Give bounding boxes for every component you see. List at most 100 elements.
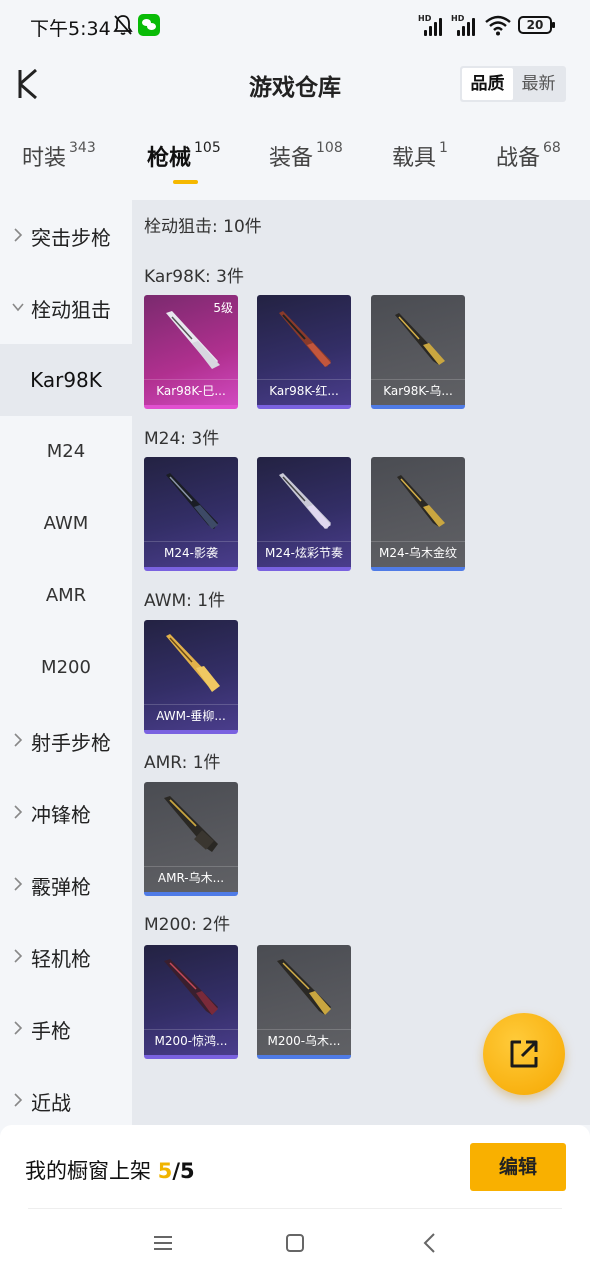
item-card[interactable]: M24-影袭 [144, 457, 238, 571]
sidebar-item-label: 栓动狙击 [31, 298, 111, 322]
share-external-icon [510, 1040, 538, 1068]
tab-count: 68 [543, 140, 561, 156]
showcase-text: 我的橱窗上架 [25, 1159, 151, 1183]
mute-bell-icon [113, 15, 133, 35]
tab-count: 343 [69, 140, 96, 156]
item-name: Kar98K-巳... [156, 384, 226, 398]
sidebar-sub-amr[interactable]: AMR [0, 560, 132, 632]
sidebar-item-bolt-sniper[interactable]: 栓动狙击 [0, 272, 132, 344]
tab-label: 时装 [22, 146, 67, 171]
rifle-icon [279, 473, 331, 529]
item-level: 5级 [213, 301, 233, 315]
category-tabs: 时装 343 枪械 105 装备 108 载具 1 战备 68 [0, 130, 590, 190]
tab-count: 105 [194, 140, 221, 156]
rifle-icon [164, 959, 218, 1015]
chevron-right-icon [14, 228, 23, 242]
sidebar-item-lmg[interactable]: 轻机枪 [0, 921, 132, 993]
status-bar: 下午5:34 HD HD 20 [0, 0, 590, 52]
sidebar-item-shotgun[interactable]: 霰弹枪 [0, 849, 132, 921]
home-square-icon[interactable] [283, 1231, 307, 1255]
signal-hd-label: HD [451, 14, 465, 23]
showcase-current: 5 [157, 1159, 173, 1183]
item-card[interactable]: M24-炫彩节奏 [257, 457, 351, 571]
card-divider [144, 866, 238, 867]
tab-gear[interactable]: 战备 68 [496, 140, 561, 172]
wifi-icon [485, 15, 511, 36]
signal-icon: HD [418, 14, 444, 36]
back-triangle-icon[interactable] [418, 1231, 442, 1255]
group-title: M24: 3件 [144, 429, 220, 449]
chevron-right-icon [14, 1021, 23, 1035]
item-name: M24-影袭 [164, 546, 218, 560]
tab-equipment[interactable]: 装备 108 [269, 140, 343, 172]
rifle-icon [166, 634, 220, 692]
item-card[interactable]: Kar98K-乌... [371, 295, 465, 409]
tab-guns[interactable]: 枪械 105 [147, 140, 221, 172]
card-divider [144, 704, 238, 705]
item-card[interactable]: M200-乌木... [257, 945, 351, 1059]
item-card[interactable]: Kar98K-红... [257, 295, 351, 409]
sidebar-item-label: 轻机枪 [31, 947, 91, 971]
sidebar-item-marksman-rifle[interactable]: 射手步枪 [0, 705, 132, 777]
rifle-icon [277, 959, 331, 1015]
card-divider [257, 541, 351, 542]
card-divider [257, 379, 351, 380]
sidebar-sub-kar98k[interactable]: Kar98K [0, 344, 132, 416]
category-summary: 栓动狙击: 10件 [144, 217, 262, 237]
system-nav-bar [0, 1209, 590, 1280]
chevron-right-icon [14, 1093, 23, 1107]
item-grid-panel[interactable]: 栓动狙击: 10件 Kar98K: 3件 5级 Kar98K-巳... Kar9… [132, 200, 590, 1125]
card-divider [371, 541, 465, 542]
sort-by-quality-button[interactable]: 品质 [462, 68, 513, 100]
sidebar-item-label: 射手步枪 [31, 731, 111, 755]
rifle-icon [395, 313, 445, 365]
sidebar-item-label: 霰弹枪 [31, 875, 91, 899]
sidebar-item-assault-rifle[interactable]: 突击步枪 [0, 200, 132, 272]
sidebar-sub-m24[interactable]: M24 [0, 416, 132, 488]
item-name: M24-炫彩节奏 [265, 546, 343, 560]
share-fab-button[interactable] [483, 1013, 565, 1095]
chevron-right-icon [14, 877, 23, 891]
status-time: 下午5:34 [30, 18, 111, 40]
sidebar-item-label: 近战 [31, 1091, 71, 1115]
sidebar-sub-awm[interactable]: AWM [0, 488, 132, 560]
wechat-icon [138, 14, 160, 36]
tab-label: 枪械 [147, 146, 192, 171]
battery-icon: 20 [518, 16, 555, 34]
active-tab-indicator [173, 180, 198, 184]
tab-label: 载具 [392, 146, 437, 171]
item-card[interactable]: M200-惊鸿... [144, 945, 238, 1059]
showcase-total: /5 [172, 1159, 195, 1183]
tab-label: 战备 [496, 146, 541, 171]
tab-count: 1 [439, 140, 448, 156]
sidebar-item-pistol[interactable]: 手枪 [0, 993, 132, 1065]
item-name: M24-乌木金纹 [379, 546, 457, 560]
item-name: Kar98K-红... [269, 384, 339, 398]
item-card[interactable]: AWM-垂柳... [144, 620, 238, 734]
chevron-right-icon [14, 949, 23, 963]
tab-vehicles[interactable]: 载具 1 [392, 140, 448, 172]
item-name: AWM-垂柳... [156, 709, 226, 723]
sidebar: 突击步枪 栓动狙击 Kar98K M24 AWM AMR M200 射手步枪 冲… [0, 200, 132, 1125]
item-card[interactable]: M24-乌木金纹 [371, 457, 465, 571]
sidebar-item-label: 手枪 [31, 1019, 71, 1043]
item-name: AMR-乌木... [157, 871, 225, 885]
rifle-icon [164, 796, 218, 852]
item-card[interactable]: 5级 Kar98K-巳... [144, 295, 238, 409]
sidebar-item-smg[interactable]: 冲锋枪 [0, 777, 132, 849]
group-title: Kar98K: 3件 [144, 267, 244, 287]
sidebar-sub-m200[interactable]: M200 [0, 632, 132, 704]
chevron-right-icon [14, 733, 23, 747]
item-name: M200-惊鸿... [154, 1034, 228, 1048]
group-title: M200: 2件 [144, 915, 231, 935]
sort-by-newest-button[interactable]: 最新 [513, 68, 564, 100]
tab-fashion[interactable]: 时装 343 [22, 140, 96, 172]
item-card[interactable]: AMR-乌木... [144, 782, 238, 896]
signal-hd-label: HD [418, 14, 432, 23]
menu-icon[interactable] [151, 1231, 175, 1255]
edit-button[interactable]: 编辑 [470, 1143, 566, 1191]
card-divider [144, 1029, 238, 1030]
sort-toggle[interactable]: 品质 最新 [460, 66, 566, 102]
rifle-icon [279, 311, 331, 367]
chevron-down-icon [12, 303, 24, 312]
